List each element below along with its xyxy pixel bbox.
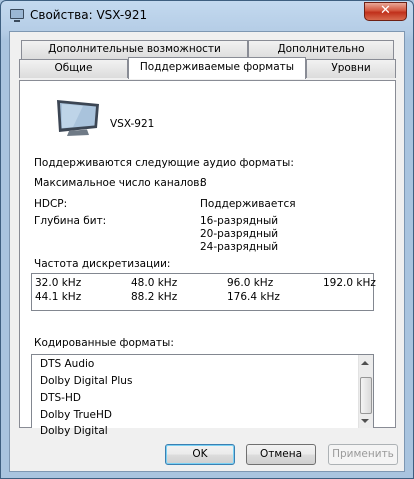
speaker-app-icon <box>10 9 24 22</box>
tab-label: Уровни <box>331 62 371 74</box>
close-button[interactable]: ✕ <box>364 2 407 21</box>
encoded-formats-label: Кодированные форматы: <box>34 337 174 349</box>
tab-supported-formats[interactable]: Поддерживаемые форматы <box>128 57 306 79</box>
tab-levels[interactable]: Уровни <box>306 59 396 78</box>
device-name: VSX-921 <box>110 118 155 130</box>
title-bar[interactable]: Свойства: VSX-921 ✕ <box>1 1 413 29</box>
tab-label: Дополнительные возможности <box>48 43 221 55</box>
list-item: 192.0 kHz <box>323 277 376 289</box>
list-item: Dolby Digital Plus <box>40 375 133 387</box>
scroll-thumb[interactable] <box>360 377 372 414</box>
sample-rate-label: Частота дискретизации: <box>34 258 171 270</box>
scroll-down-icon[interactable] <box>361 419 369 423</box>
tab-label: Дополнительно <box>277 43 365 55</box>
bit-depth-value: 24-разрядный <box>200 241 279 253</box>
scroll-up-icon[interactable] <box>361 361 369 365</box>
max-channels-label: Максимальное число каналов: <box>34 177 203 189</box>
list-item: 176.4 kHz <box>227 291 280 303</box>
tab-label: Общие <box>54 62 93 74</box>
ok-button[interactable]: OK <box>165 444 235 465</box>
encoded-formats-list[interactable]: DTS Audio Dolby Digital Plus DTS-HD Dolb… <box>31 354 374 437</box>
properties-window: Свойства: VSX-921 ✕ Дополнительные возмо… <box>0 0 414 479</box>
list-item: DTS-HD <box>40 392 81 404</box>
hdcp-label: HDCP: <box>34 198 68 210</box>
vertical-scrollbar[interactable] <box>358 355 373 428</box>
bit-depth-value: 20-разрядный <box>200 228 279 240</box>
list-item: 48.0 kHz <box>131 277 178 289</box>
bit-depth-value: 16-разрядный <box>200 215 279 227</box>
tab-label: Поддерживаемые форматы <box>139 61 295 73</box>
list-item: DTS Audio <box>40 358 95 370</box>
bit-depth-label: Глубина бит: <box>34 215 107 227</box>
supported-formats-panel: VSX-921 Поддерживаются следующие аудио ф… <box>19 80 396 437</box>
list-item: 44.1 kHz <box>35 291 82 303</box>
max-channels-value: 8 <box>200 177 207 189</box>
list-item: Dolby Digital <box>40 425 108 437</box>
tab-general[interactable]: Общие <box>19 59 128 78</box>
list-item: Dolby TrueHD <box>40 409 112 421</box>
apply-button[interactable]: Применить <box>328 444 398 465</box>
monitor-device-icon <box>57 100 99 136</box>
list-item: 32.0 kHz <box>35 277 82 289</box>
dialog-body: Дополнительные возможности Дополнительно… <box>9 31 405 472</box>
list-item: 96.0 kHz <box>227 277 274 289</box>
list-item: 88.2 kHz <box>131 291 178 303</box>
audio-formats-heading: Поддерживаются следующие аудио форматы: <box>34 157 294 169</box>
cancel-button[interactable]: Отмена <box>246 444 316 465</box>
window-title: Свойства: VSX-921 <box>30 8 148 22</box>
hdcp-value: Поддерживается <box>200 198 296 210</box>
sample-rate-list[interactable]: 32.0 kHz 48.0 kHz 96.0 kHz 192.0 kHz 44.… <box>31 273 376 311</box>
